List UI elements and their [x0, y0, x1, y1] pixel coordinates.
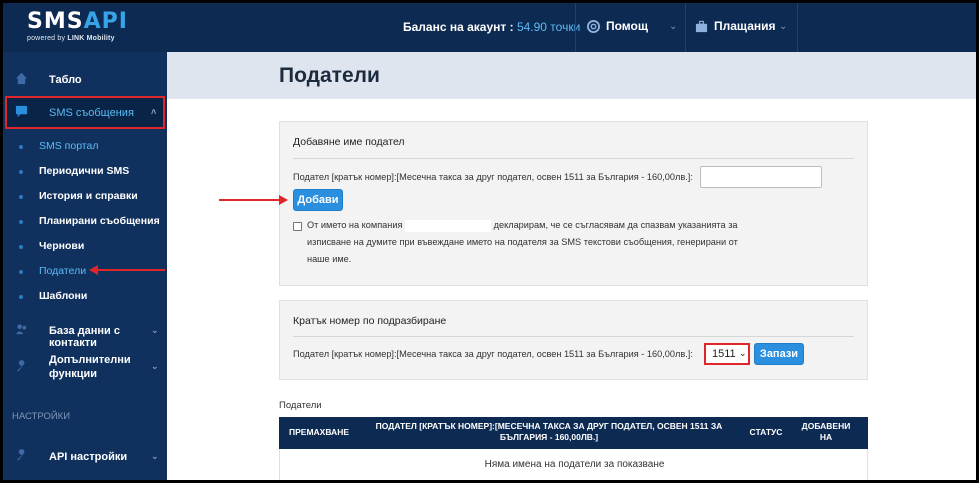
sidebar-subitem-label: SMS портал: [39, 140, 99, 152]
sidebar-subitem-label: Податели: [39, 265, 87, 277]
bullet-icon: [19, 195, 23, 199]
sidebar-subitem-label: Планирани съобщения: [39, 215, 160, 227]
title-bar: Подател­и: [167, 52, 976, 99]
logo-api: API: [83, 9, 128, 34]
divider: [293, 336, 854, 337]
sidebar-subitem-sms-portal[interactable]: SMS портал: [3, 140, 167, 154]
sidebar-subitem-periodic-sms[interactable]: Периодични SMS: [3, 165, 167, 179]
column-header-remove[interactable]: ПРЕМАХВАНЕ: [285, 427, 353, 438]
top-bar: SMSAPI powered by LINK Mobility Баланс н…: [3, 3, 976, 52]
sidebar-item-label: API настройки: [49, 451, 128, 463]
add-sender-panel: Добавяне име подател Подател [кратък ном…: [279, 121, 868, 286]
sidebar-subitem-label: Чернови: [39, 240, 85, 252]
bullet-icon: [19, 295, 23, 299]
sidebar-item-label-line1: Допълнителни: [49, 354, 131, 366]
bullet-icon: [19, 220, 23, 224]
bullet-icon: [19, 245, 23, 249]
agreement-text-part1: От името на компания: [307, 220, 403, 230]
default-short-number-panel: Кратък номер по подразбиране Подател [кр…: [279, 300, 868, 380]
sender-field-label: Подател [кратък номер]:[Месечна такса за…: [293, 172, 693, 182]
sidebar: Табло SMS съобщения ˄ SMS портал Периоди…: [3, 52, 167, 480]
chevron-down-icon[interactable]: ⌄: [779, 21, 787, 32]
sidebar-item-label-line2: функции: [49, 368, 98, 380]
senders-table-body: Няма имена на податели за показване: [279, 449, 868, 480]
chevron-down-icon[interactable]: ⌄: [669, 21, 677, 32]
chevron-up-icon: ˄: [151, 107, 157, 117]
help-menu[interactable]: Помощ: [587, 19, 648, 33]
logo-brand: LINK Mobility: [67, 35, 115, 42]
short-number-select[interactable]: 1511 ⌄: [704, 343, 750, 365]
briefcase-icon: [695, 20, 708, 32]
logo[interactable]: SMSAPI powered by LINK Mobility: [27, 11, 157, 45]
page-title: Подател­и: [279, 64, 380, 87]
sidebar-item-api-settings[interactable]: API настройки ⌄: [3, 448, 167, 466]
column-header-sender[interactable]: ПОДАТЕЛ [КРАТЪК НОМЕР]:[МЕСЕЧНА ТАКСА ЗА…: [363, 421, 735, 443]
chevron-down-icon: ⌄: [739, 348, 747, 358]
chevron-down-icon: ⌄: [151, 361, 159, 371]
sidebar-subitem-history[interactable]: История и справки: [3, 190, 167, 204]
agreement-text: От името на компания декларирам, че се с…: [307, 217, 762, 268]
select-value: 1511: [712, 348, 736, 360]
sidebar-subitem-scheduled[interactable]: Планирани съобщения: [3, 215, 167, 229]
settings-section-label: НАСТРОЙКИ: [12, 411, 71, 422]
help-label: Помощ: [606, 19, 648, 33]
save-button[interactable]: Запази: [754, 343, 804, 365]
table-caption: Подател­и: [279, 400, 322, 411]
sidebar-subitem-templates[interactable]: Шаблони: [3, 290, 167, 304]
senders-table-header: ПРЕМАХВАНЕ ПОДАТЕЛ [КРАТЪК НОМЕР]:[МЕСЕЧ…: [279, 417, 868, 449]
sender-name-input[interactable]: [700, 166, 822, 188]
bullet-icon: [19, 145, 23, 149]
bullet-icon: [19, 270, 23, 274]
default-field-label: Подател [кратък номер]:[Месечна такса за…: [293, 349, 693, 359]
divider: [293, 158, 854, 159]
payments-label: Плащания: [714, 19, 776, 33]
column-header-status[interactable]: СТАТУС: [741, 427, 791, 438]
panel-title: Кратък номер по подразбиране: [293, 315, 447, 327]
sidebar-subitem-label: Шаблони: [39, 290, 88, 302]
app-window: SMSAPI powered by LINK Mobility Баланс н…: [2, 2, 977, 481]
sidebar-item-contacts[interactable]: База данни с контакти ⌄: [3, 322, 167, 349]
annotation-arrow-add: [219, 199, 281, 201]
logo-powered: powered by: [27, 35, 66, 42]
main-content: Подател­и Добавяне име подател Подател […: [167, 52, 976, 480]
annotation-arrowhead: [279, 195, 288, 205]
sidebar-item-label: Табло: [49, 74, 82, 86]
lifebuoy-icon: [587, 19, 600, 33]
users-icon: [15, 324, 27, 335]
annotation-arrow-senders: [97, 269, 165, 271]
header-divider: [685, 3, 686, 52]
annotation-arrowhead: [89, 265, 98, 275]
bullet-icon: [19, 170, 23, 174]
panel-title: Добавяне име подател: [293, 136, 405, 148]
home-icon: [15, 72, 28, 85]
logo-sms: SMS: [27, 9, 84, 34]
message-icon: [15, 105, 28, 118]
agreement-checkbox[interactable]: [293, 222, 302, 231]
empty-table-message: Няма имена на податели за показване: [484, 459, 665, 470]
header-divider: [797, 3, 798, 52]
header-divider: [575, 3, 576, 52]
sidebar-item-dashboard[interactable]: Табло: [3, 71, 167, 89]
balance-value: 54.90 точки: [516, 20, 581, 34]
company-name-redacted: [405, 219, 492, 232]
balance-label: Баланс на акаунт :: [403, 20, 514, 34]
wrench-icon: [16, 449, 25, 461]
sidebar-subitem-label: История и справки: [39, 190, 138, 202]
column-header-added-on[interactable]: ДОБАВЕНИ НА: [801, 421, 851, 443]
sidebar-item-extra-functions[interactable]: Допълнителни функции ⌄: [3, 352, 167, 382]
sidebar-subitem-senders[interactable]: Податели: [3, 265, 167, 279]
chevron-down-icon: ⌄: [151, 325, 159, 335]
account-balance: Баланс на акаунт : 54.90 точки: [403, 20, 580, 34]
sidebar-item-sms[interactable]: SMS съобщения ˄: [3, 104, 167, 122]
sidebar-subitem-label: Периодични SMS: [39, 165, 130, 177]
sidebar-item-label: База данни с контакти: [49, 325, 120, 349]
wrench-icon: [16, 360, 25, 372]
sidebar-subitem-drafts[interactable]: Чернови: [3, 240, 167, 254]
sidebar-item-label: SMS съобщения: [49, 107, 134, 119]
add-button[interactable]: Добави: [293, 189, 343, 211]
payments-menu[interactable]: Плащания: [695, 19, 776, 33]
chevron-down-icon: ⌄: [151, 451, 159, 461]
